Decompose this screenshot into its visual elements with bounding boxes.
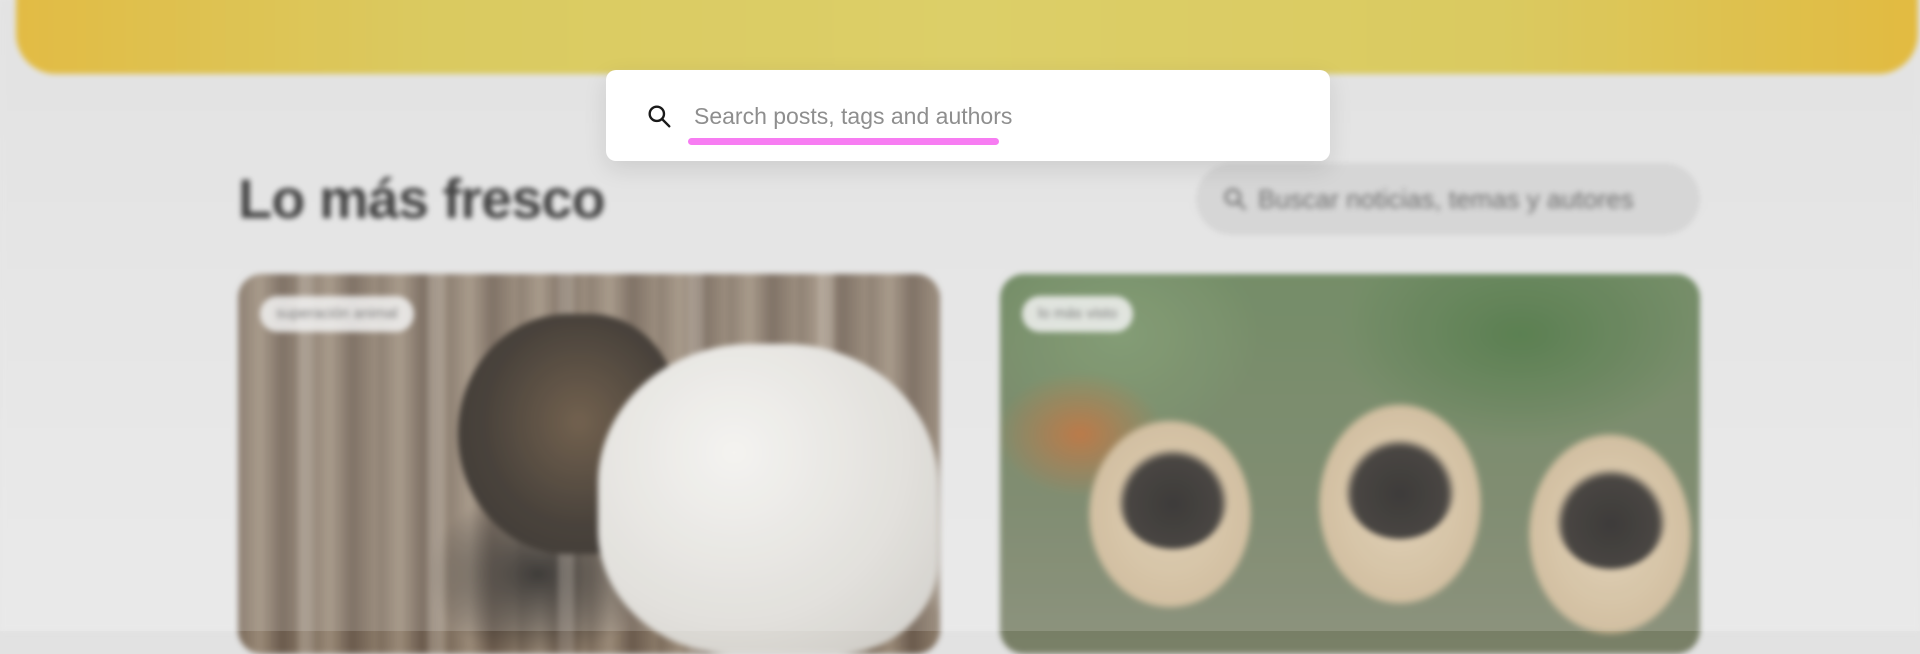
search-modal (606, 70, 1330, 161)
search-icon (644, 101, 674, 131)
highlight-underline (688, 138, 999, 145)
search-input[interactable] (694, 103, 1294, 130)
